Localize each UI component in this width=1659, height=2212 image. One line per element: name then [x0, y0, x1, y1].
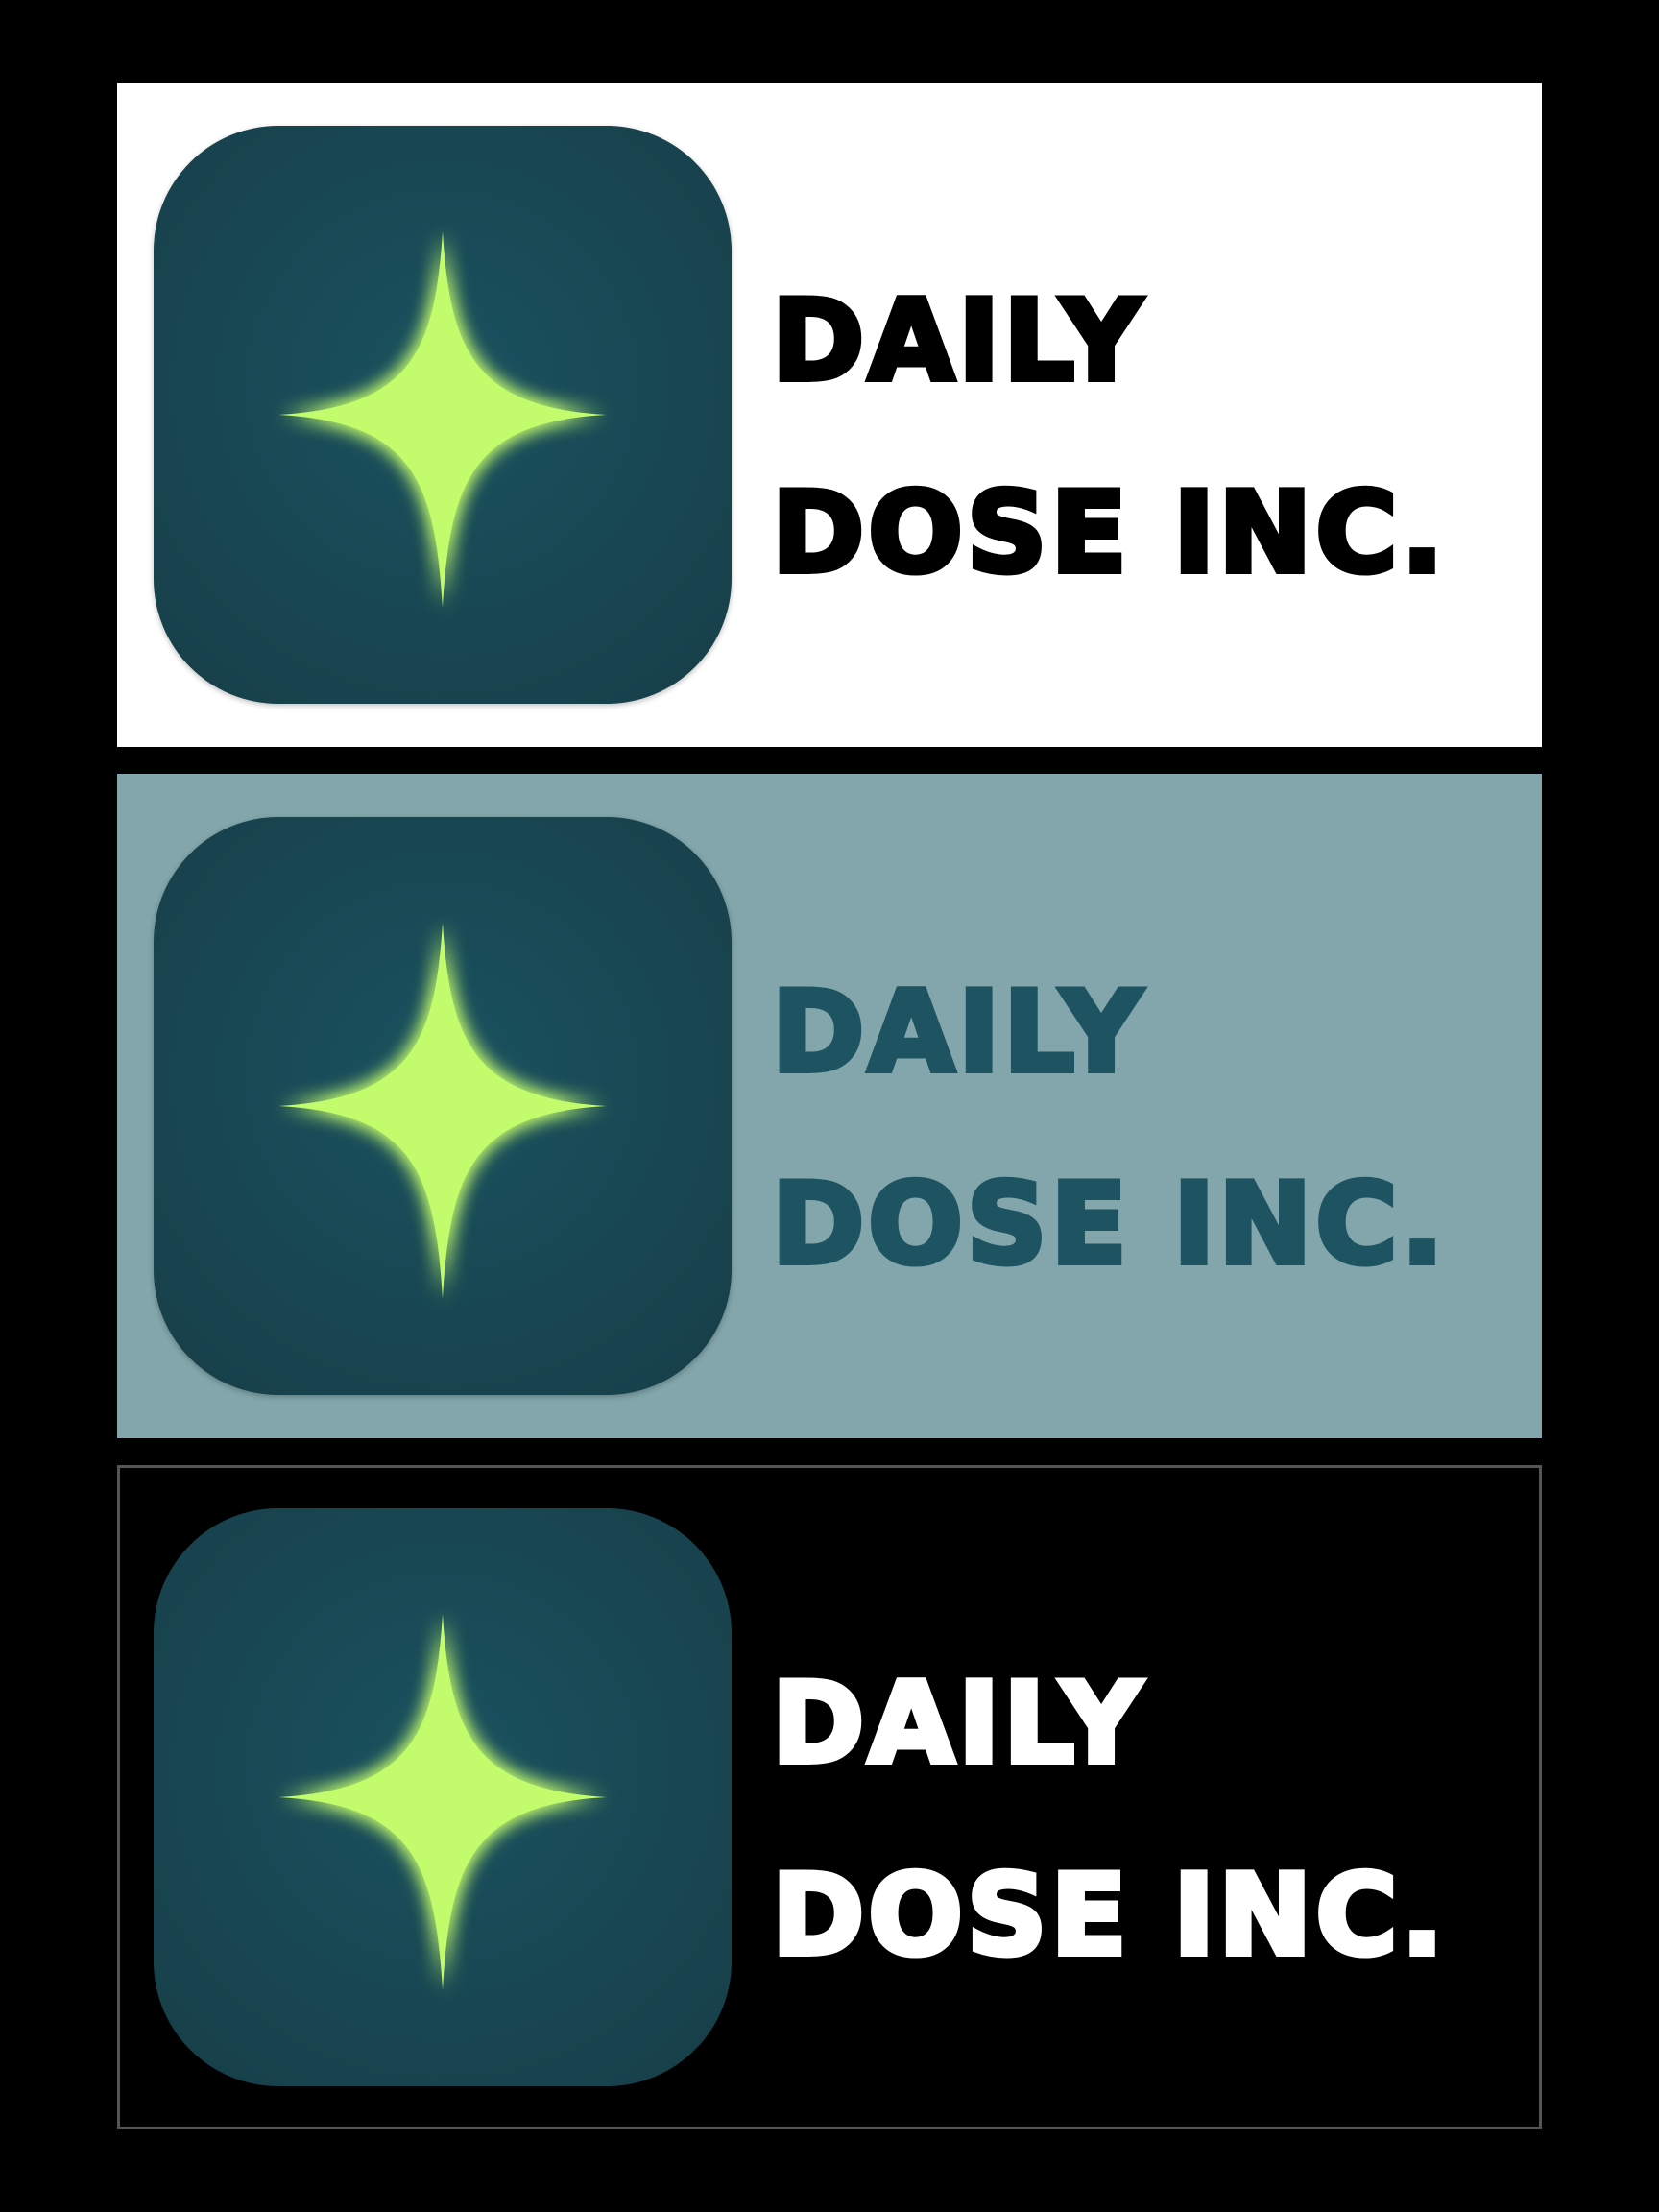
app-icon-tile — [154, 1508, 732, 2086]
brand-name-line-2: DOSE INC. — [769, 1157, 1448, 1292]
sparkle-icon — [154, 1508, 732, 2086]
app-icon-tile — [154, 817, 732, 1395]
app-icon-tile — [154, 126, 732, 704]
brand-wordmark: DAILY DOSE INC. — [769, 937, 1448, 1321]
brand-name-line-1: DAILY — [769, 1656, 1146, 1791]
brand-name-line-2: DOSE INC. — [769, 1848, 1448, 1984]
brand-wordmark: DAILY DOSE INC. — [769, 1628, 1448, 2012]
sparkle-icon — [154, 126, 732, 704]
brand-name-line-1: DAILY — [769, 965, 1146, 1100]
logo-variant-light: DAILY DOSE INC. — [117, 83, 1542, 747]
logo-variant-dark: DAILY DOSE INC. — [117, 1465, 1542, 2129]
brand-name-line-2: DOSE INC. — [769, 466, 1448, 601]
logo-variant-teal: DAILY DOSE INC. — [117, 774, 1542, 1438]
brand-name-line-1: DAILY — [769, 274, 1146, 409]
brand-wordmark: DAILY DOSE INC. — [769, 246, 1448, 630]
logo-variants-sheet: { "brand": { "name_line_1": "DAILY", "na… — [0, 0, 1659, 2212]
sparkle-icon — [154, 817, 732, 1395]
